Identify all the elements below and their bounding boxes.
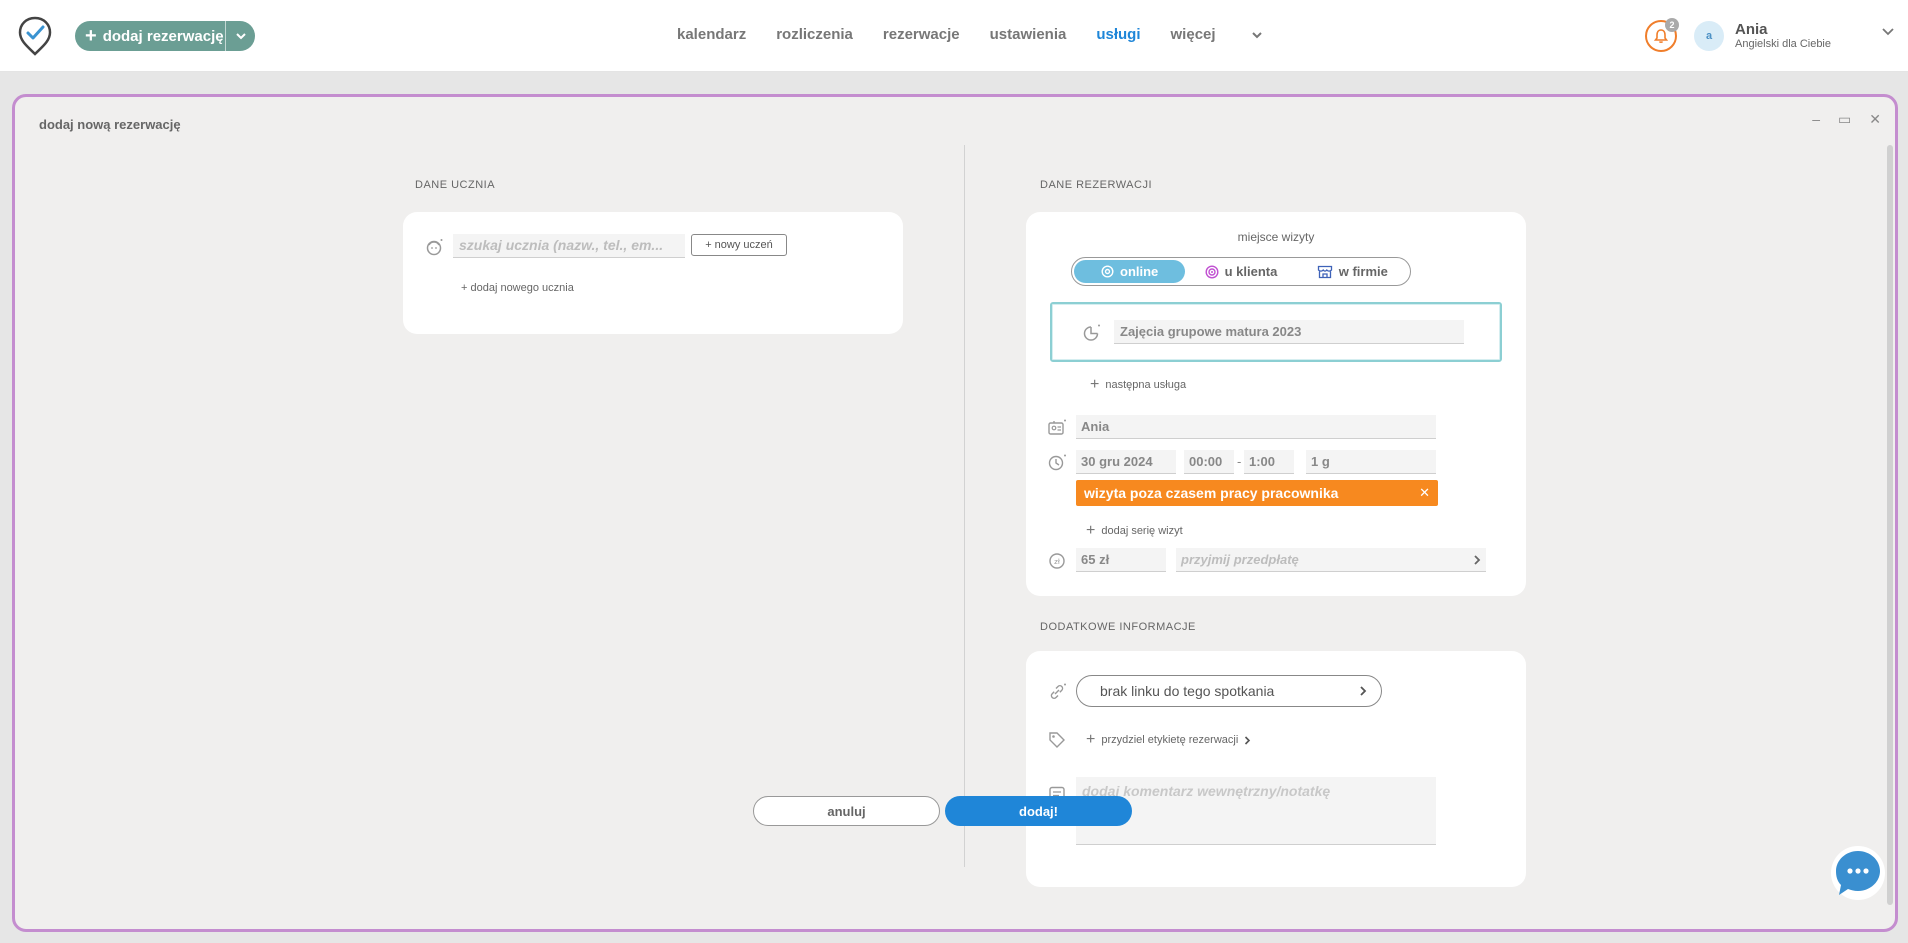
- nav-settings[interactable]: ustawienia: [990, 26, 1067, 43]
- time-to-field[interactable]: 1:00: [1244, 450, 1294, 474]
- extra-section-label: DODATKOWE INFORMACJE: [1040, 621, 1196, 633]
- meeting-link-label: brak linku do tego spotkania: [1100, 683, 1275, 699]
- place-option-company-label: w firmie: [1338, 264, 1388, 279]
- add-booking-label: dodaj rezerwację: [102, 27, 224, 45]
- employee-icon: [1048, 419, 1066, 435]
- nav-more-label: więcej: [1170, 26, 1216, 43]
- plus-icon: +: [1086, 731, 1096, 748]
- chevron-down-icon[interactable]: [1882, 28, 1894, 36]
- close-warning-icon[interactable]: ✕: [1419, 485, 1430, 501]
- logo-icon[interactable]: [18, 16, 52, 56]
- next-service-link[interactable]: + następna usługa: [1090, 376, 1186, 394]
- online-icon: [1101, 265, 1114, 278]
- client-location-icon: [1205, 264, 1219, 279]
- place-option-online-label: online: [1120, 264, 1159, 279]
- time-from-field[interactable]: 00:00: [1184, 450, 1234, 474]
- prepaid-field[interactable]: przyjmij przedpłatę: [1176, 548, 1486, 572]
- place-toggle: online u klienta w firmie: [1071, 257, 1411, 286]
- service-input[interactable]: Zajęcia grupowe matura 2023: [1114, 320, 1464, 344]
- extra-info-card: brak linku do tego spotkania + przydziel…: [1026, 651, 1526, 887]
- chevron-right-icon: [1360, 686, 1367, 696]
- add-series-label: dodaj serię wizyt: [1101, 525, 1183, 537]
- notifications-button[interactable]: 2: [1645, 18, 1679, 52]
- cancel-button[interactable]: anuluj: [753, 796, 940, 826]
- store-icon: [1317, 265, 1332, 278]
- student-search-input[interactable]: szukaj ucznia (nazw., tel., em...: [453, 234, 685, 258]
- currency-icon: zł: [1049, 553, 1065, 569]
- plus-icon: +: [85, 25, 97, 47]
- plus-icon: +: [1086, 522, 1096, 539]
- working-hours-warning: wizyta poza czasem pracy pracownika ✕: [1076, 480, 1438, 506]
- tag-icon: [1049, 732, 1065, 748]
- assign-tag-label: przydziel etykietę rezerwacji: [1101, 734, 1239, 746]
- add-booking-button[interactable]: + dodaj rezerwację: [75, 21, 255, 51]
- nav-reservations[interactable]: rezerwacje: [883, 26, 960, 43]
- reservation-section-label: DANE REZERWACJI: [1040, 179, 1153, 191]
- service-box: Zajęcia grupowe matura 2023: [1050, 302, 1502, 362]
- modal-scrollbar[interactable]: [1887, 145, 1893, 905]
- meeting-link-button[interactable]: brak linku do tego spotkania: [1076, 675, 1382, 707]
- student-icon: [426, 239, 443, 256]
- chevron-down-icon: [235, 33, 246, 40]
- add-new-student-link[interactable]: + dodaj nowego ucznia: [461, 282, 574, 294]
- warning-text: wizyta poza czasem pracy pracownika: [1084, 485, 1339, 501]
- place-option-client[interactable]: u klienta: [1185, 260, 1296, 283]
- top-bar: + dodaj rezerwację kalendarz rozliczenia…: [0, 0, 1908, 72]
- time-separator: -: [1237, 454, 1242, 469]
- student-card: szukaj ucznia (nazw., tel., em... + nowy…: [403, 212, 903, 334]
- main-nav: kalendarz rozliczenia rezerwacje ustawie…: [677, 26, 1292, 43]
- chevron-down-icon: [1251, 31, 1262, 38]
- nav-more[interactable]: więcej: [1171, 26, 1262, 43]
- chevron-right-icon: [1245, 735, 1251, 745]
- student-section-label: DANE UCZNIA: [415, 179, 496, 191]
- add-booking-main[interactable]: + dodaj rezerwację: [75, 21, 225, 51]
- svg-text:zł: zł: [1054, 558, 1060, 566]
- avatar[interactable]: a: [1694, 21, 1724, 51]
- chevron-right-icon: [1474, 554, 1481, 565]
- notification-badge: 2: [1665, 18, 1679, 32]
- minimize-icon[interactable]: –: [1812, 111, 1820, 128]
- column-divider: [964, 145, 965, 867]
- duration-field[interactable]: 1 g: [1306, 450, 1436, 474]
- plus-icon: +: [1090, 376, 1100, 393]
- submit-button[interactable]: dodaj!: [945, 796, 1132, 826]
- user-name[interactable]: Ania: [1735, 21, 1768, 38]
- prepaid-placeholder: przyjmij przedpłatę: [1181, 552, 1299, 567]
- chat-icon[interactable]: [1830, 845, 1888, 903]
- add-series-link[interactable]: + dodaj serię wizyt: [1086, 522, 1183, 540]
- next-service-label: następna usługa: [1105, 379, 1187, 391]
- nav-settlements[interactable]: rozliczenia: [776, 26, 853, 43]
- price-field[interactable]: 65 zł: [1076, 548, 1166, 572]
- place-option-client-label: u klienta: [1224, 264, 1278, 279]
- close-icon[interactable]: ✕: [1869, 111, 1881, 128]
- service-icon: [1083, 324, 1100, 341]
- assign-tag-link[interactable]: + przydziel etykietę rezerwacji: [1086, 731, 1251, 749]
- nav-calendar[interactable]: kalendarz: [677, 26, 746, 43]
- user-company: Angielski dla Ciebie: [1735, 38, 1831, 50]
- modal-title: dodaj nową rezerwację: [39, 117, 181, 132]
- reservation-card: miejsce wizyty online u klienta w firmie…: [1026, 212, 1526, 596]
- employee-field[interactable]: Ania: [1076, 415, 1436, 439]
- place-label: miejsce wizyty: [1237, 230, 1315, 244]
- restore-icon[interactable]: ▭: [1838, 111, 1851, 128]
- new-student-button[interactable]: + nowy uczeń: [691, 234, 787, 256]
- place-option-company[interactable]: w firmie: [1297, 260, 1408, 283]
- place-option-online[interactable]: online: [1074, 260, 1186, 283]
- clock-icon: [1048, 454, 1066, 471]
- link-icon: [1050, 683, 1066, 699]
- window-controls: – ▭ ✕: [1812, 111, 1881, 128]
- add-booking-dropdown[interactable]: [225, 21, 255, 51]
- nav-services[interactable]: usługi: [1096, 26, 1140, 43]
- date-field[interactable]: 30 gru 2024: [1076, 450, 1176, 474]
